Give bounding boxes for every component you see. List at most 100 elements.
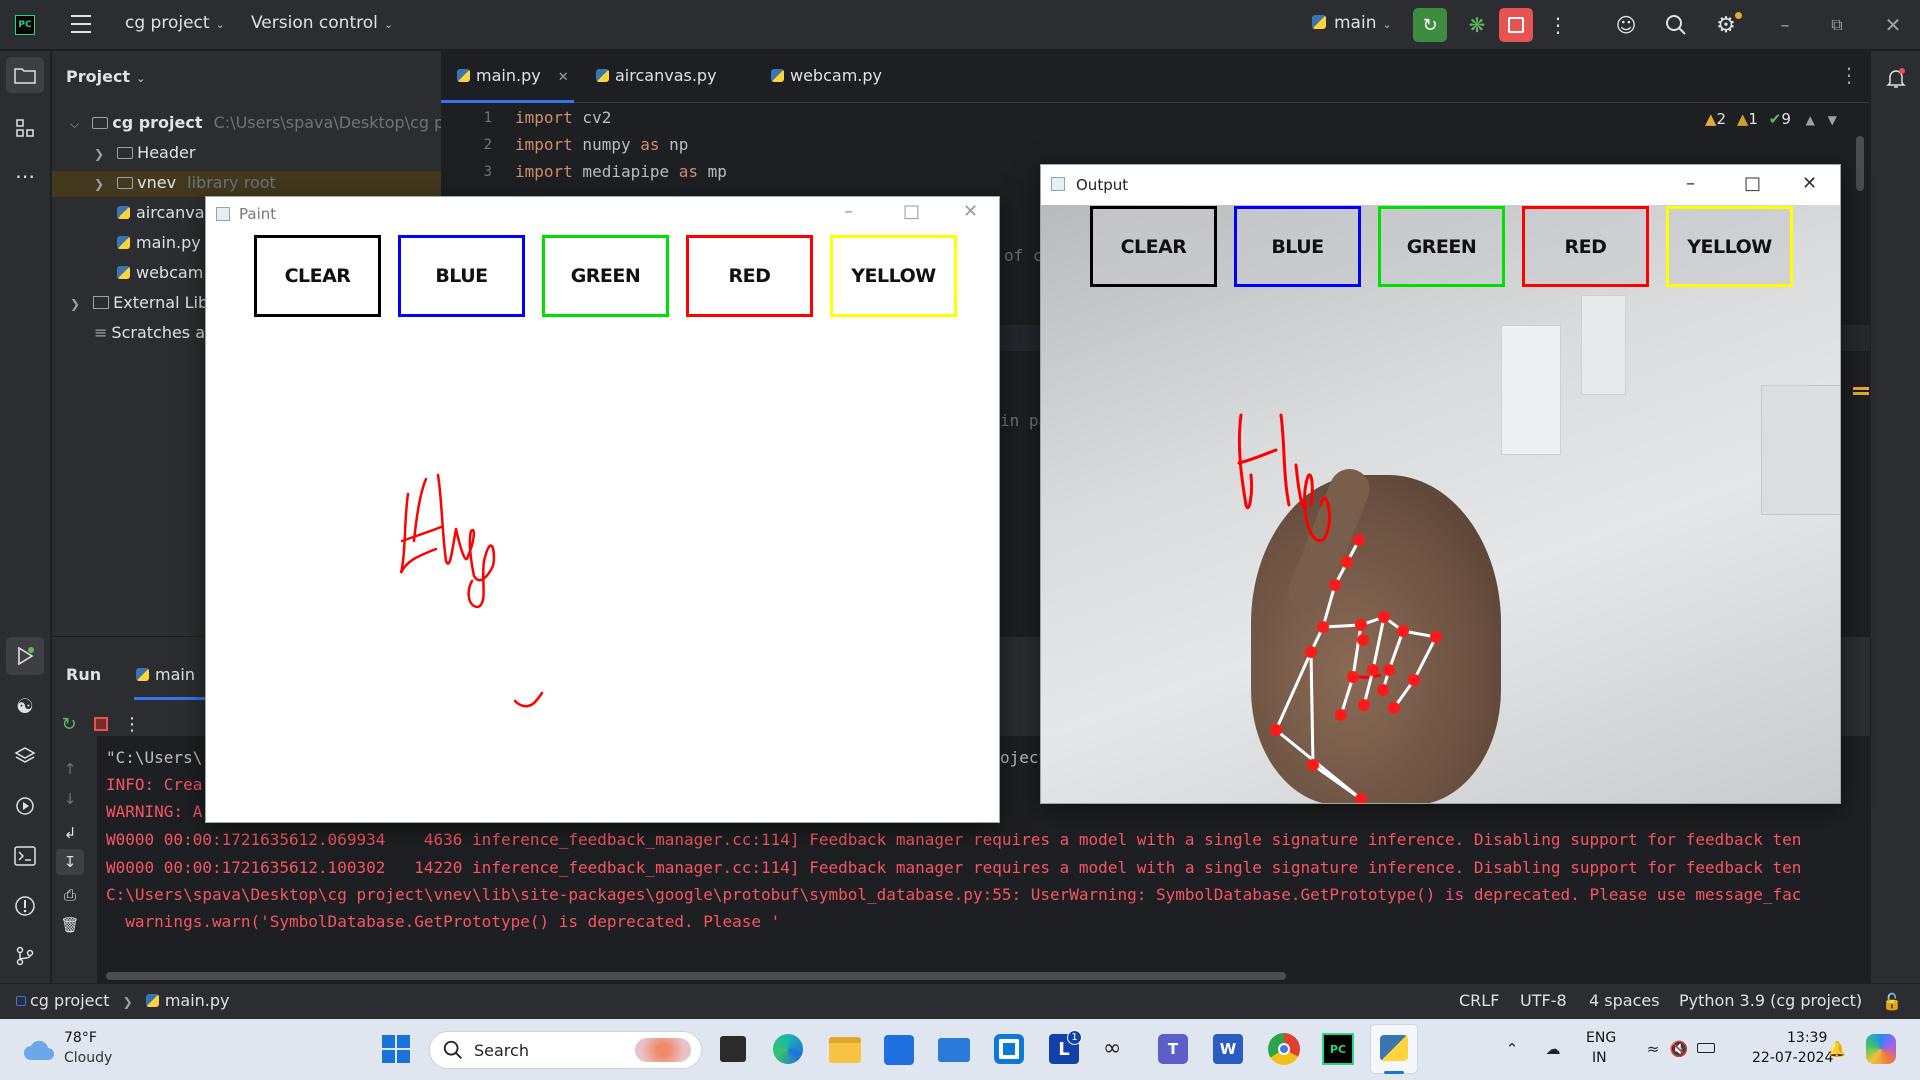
weather-temp[interactable]: 78°F — [64, 1030, 97, 1046]
tree-root[interactable]: ⌵ cg project C:\Users\spava\Desktop\cg p — [70, 113, 444, 132]
battery-icon[interactable] — [1697, 1043, 1715, 1053]
task-view-icon[interactable] — [720, 1036, 746, 1062]
services-icon[interactable] — [10, 791, 40, 821]
tab-webcam[interactable]: webcam.py — [771, 66, 882, 85]
language-top[interactable]: ENG — [1586, 1030, 1616, 1046]
inspection-widget[interactable]: ▲2 ▲1 ✔9 ▲ ▼ — [1705, 110, 1837, 128]
line-separator-widget[interactable]: CRLF — [1459, 991, 1499, 1010]
mail-icon[interactable] — [938, 1038, 970, 1062]
color-button-green[interactable]: GREEN — [1378, 206, 1505, 287]
tree-item-scratches[interactable]: ≡ Scratches a — [94, 323, 205, 342]
lock-icon[interactable]: 🔓 — [1882, 991, 1902, 1011]
tab-main[interactable]: main.py ✕ — [457, 66, 569, 85]
pycharm-logo-icon[interactable]: PC — [15, 15, 35, 35]
start-button[interactable] — [382, 1035, 410, 1063]
close-icon[interactable]: ✕ — [1802, 173, 1817, 194]
version-control-menu[interactable]: Version control ⌄ — [251, 13, 393, 33]
minimize-icon[interactable]: – — [1770, 10, 1800, 40]
output-titlebar[interactable]: Output – □ ✕ — [1041, 165, 1840, 205]
microsoft-store-icon[interactable] — [884, 1035, 914, 1065]
soft-wrap-icon[interactable]: ↲ — [58, 821, 82, 845]
run-config-tab[interactable]: main — [136, 665, 195, 684]
stop-icon[interactable] — [88, 711, 114, 737]
git-icon[interactable] — [10, 941, 40, 971]
infinity-app-icon[interactable]: ∞ — [1103, 1038, 1135, 1060]
scroll-down-icon[interactable]: ↓ — [58, 787, 82, 811]
code-line[interactable]: import mediapipe as mp — [515, 162, 727, 181]
onedrive-icon[interactable]: ☁ — [1540, 1037, 1566, 1061]
more-tools-icon[interactable]: ⋯ — [10, 161, 40, 191]
run-tool-icon[interactable] — [6, 637, 44, 675]
color-button-yellow[interactable]: YELLOW — [1666, 206, 1793, 287]
wifi-icon[interactable]: ≈ — [1642, 1037, 1664, 1061]
cortana-icon[interactable] — [994, 1034, 1024, 1064]
console-horizontal-scrollbar[interactable] — [106, 972, 1286, 980]
print-icon[interactable]: ⎙ — [58, 883, 82, 907]
main-menu-icon[interactable] — [70, 15, 92, 33]
show-hidden-icons[interactable]: ⌃ — [1500, 1037, 1524, 1061]
problems-icon[interactable] — [10, 891, 40, 921]
code-line[interactable]: import cv2 — [515, 108, 611, 127]
interpreter-widget[interactable]: Python 3.9 (cg project) — [1679, 991, 1862, 1010]
close-icon[interactable]: ✕ — [1878, 10, 1908, 40]
close-icon[interactable]: ✕ — [963, 201, 978, 222]
minimize-icon[interactable]: – — [844, 201, 853, 222]
project-selector[interactable]: cg project ⌄ — [125, 13, 225, 33]
chevron-up-icon[interactable]: ▲ — [1806, 113, 1815, 127]
rerun-button[interactable]: ↻ — [1413, 8, 1447, 42]
file-explorer-icon[interactable] — [829, 1037, 861, 1063]
trash-icon[interactable]: 🗑 — [58, 913, 82, 937]
pycharm-taskbar-icon[interactable]: PC — [1322, 1033, 1354, 1065]
volume-muted-icon[interactable]: 🔇 — [1668, 1037, 1690, 1061]
code-line[interactable]: import numpy as np — [515, 135, 688, 154]
teams-icon[interactable]: T — [1158, 1034, 1188, 1064]
add-user-icon[interactable]: ☺ — [1612, 11, 1640, 39]
scroll-to-end-icon[interactable]: ↧ — [56, 849, 84, 875]
editor-scrollbar[interactable] — [1856, 136, 1864, 191]
terminal-icon[interactable] — [10, 841, 40, 871]
python-console-icon[interactable]: ☯ — [10, 691, 40, 721]
restore-icon[interactable]: ⧉ — [1822, 10, 1852, 40]
debug-bug-icon[interactable]: ❋ — [1462, 10, 1492, 40]
copilot-icon[interactable] — [1866, 1034, 1896, 1064]
paint-titlebar[interactable]: Paint – □ ✕ — [206, 197, 999, 231]
branch-selector[interactable]: main ⌄ — [1312, 13, 1392, 33]
minimize-icon[interactable]: – — [1686, 173, 1695, 194]
maximize-icon[interactable]: □ — [903, 201, 920, 222]
tree-item-external-libraries[interactable]: ❯ External Lib — [70, 293, 208, 312]
notifications-bell-icon[interactable] — [1881, 63, 1911, 93]
maximize-icon[interactable]: □ — [1744, 173, 1761, 194]
breadcrumb[interactable]: cg project ❯ main.py — [16, 991, 230, 1010]
search-icon[interactable] — [1662, 11, 1690, 39]
rerun-icon[interactable]: ↻ — [56, 711, 82, 737]
tab-close-icon[interactable]: ✕ — [558, 70, 569, 85]
project-folder-icon[interactable] — [6, 57, 44, 93]
tree-item-header[interactable]: ❯ Header — [94, 143, 195, 162]
project-panel-header[interactable]: Project ⌄ — [66, 67, 145, 86]
notification-center-icon[interactable]: 🔔 — [1826, 1037, 1848, 1061]
tab-aircanvas[interactable]: aircanvas.py — [596, 66, 717, 85]
tree-item-webcam[interactable]: webcam — [117, 263, 203, 282]
chevron-down-icon[interactable]: ▼ — [1828, 113, 1837, 127]
webcam-frame[interactable]: CLEAR BLUE GREEN RED YELLOW — [1041, 205, 1840, 803]
paint-canvas[interactable] — [206, 231, 999, 822]
encoding-widget[interactable]: UTF-8 — [1520, 991, 1567, 1010]
more-actions-icon[interactable]: ⋮ — [122, 711, 142, 737]
word-icon[interactable]: W — [1213, 1034, 1243, 1064]
taskbar-search[interactable]: Search — [429, 1031, 702, 1069]
tree-item-main[interactable]: main.py — [117, 233, 201, 252]
more-actions-icon[interactable]: ⋮ — [1548, 10, 1568, 40]
color-button-clear[interactable]: CLEAR — [1090, 206, 1217, 287]
structure-icon[interactable] — [10, 113, 40, 143]
tab-more-icon[interactable]: ⋮ — [1839, 63, 1859, 87]
weather-cloud-icon[interactable] — [22, 1036, 56, 1064]
indent-widget[interactable]: 4 spaces — [1589, 991, 1660, 1010]
layers-icon[interactable] — [10, 741, 40, 771]
scroll-up-icon[interactable]: ↑ — [58, 757, 82, 781]
tree-item-aircanvas[interactable]: aircanva — [117, 203, 205, 222]
edge-browser-icon[interactable] — [773, 1034, 803, 1064]
tree-item-vnev[interactable]: ❯ vnev library root — [94, 173, 276, 192]
clock-time[interactable]: 13:39 — [1787, 1030, 1827, 1046]
stop-button[interactable] — [1499, 8, 1533, 42]
color-button-red[interactable]: RED — [1522, 206, 1649, 287]
